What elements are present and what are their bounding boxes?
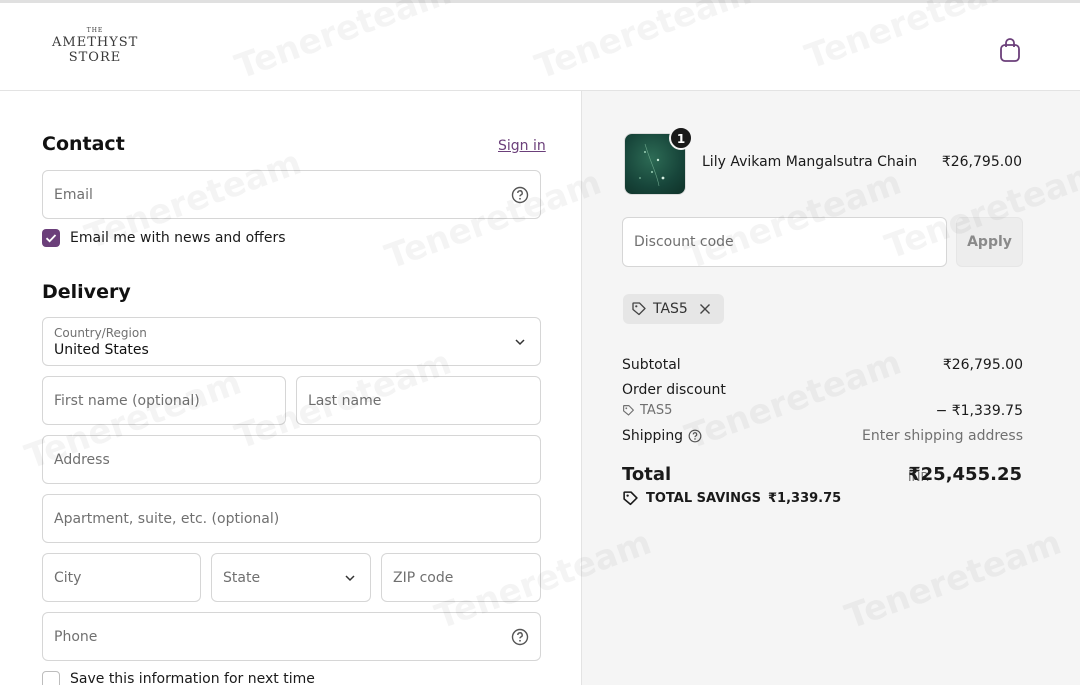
subtotal-row: Subtotal ₹26,795.00 [622,357,1023,373]
discount-value: − ₹1,339.75 [935,403,1023,419]
quantity-badge: 1 [669,126,693,150]
shipping-value: Enter shipping address [862,428,1023,444]
phone-field[interactable]: Phone [42,612,541,661]
city-field[interactable]: City [42,553,201,602]
total-label: Total [622,464,672,485]
email-field[interactable]: Email [42,170,541,219]
apartment-field[interactable]: Apartment, suite, etc. (optional) [42,494,541,543]
country-label: Country/Region [54,326,147,340]
logo-line-2: STORE [68,50,122,65]
state-placeholder: State [223,569,261,586]
address-placeholder: Address [54,451,110,468]
applied-code: TAS5 [653,301,688,317]
help-icon[interactable] [511,628,529,646]
country-value: United States [54,342,149,358]
savings-tag-icon [623,491,638,506]
email-placeholder: Email [54,186,93,203]
save-info-label: Save this information for next time [70,671,315,685]
shipping-label: Shipping [622,428,684,444]
savings-value: ₹1,339.75 [768,491,842,506]
help-icon[interactable] [688,429,702,443]
tag-icon [632,302,646,316]
phone-placeholder: Phone [54,628,98,645]
logo-the: THE [86,27,104,34]
total-savings: TOTAL SAVINGS ₹1,339.75 [622,490,841,507]
subtotal-label: Subtotal [622,357,681,373]
check-icon [45,234,57,243]
order-summary: 1 Lily Avikam Mangalsutra Chain ₹26,795.… [581,91,1080,685]
last-name-field[interactable]: Last name [296,376,541,425]
apply-button[interactable]: Apply [956,217,1023,267]
total-value: ₹25,455.25 [908,464,1022,485]
shopping-bag-icon[interactable] [998,37,1022,63]
discount-code-label: TAS5 [640,403,673,418]
product-price: ₹26,795.00 [941,154,1022,170]
newsletter-label: Email me with news and offers [70,230,286,246]
chevron-down-icon [345,574,355,581]
logo-line-1: AMETHYST [52,35,139,50]
save-info-checkbox[interactable] [42,671,60,685]
apartment-placeholder: Apartment, suite, etc. (optional) [54,510,280,527]
delivery-heading: Delivery [42,281,131,303]
first-name-field[interactable]: First name (optional) [42,376,286,425]
zip-field[interactable]: ZIP code [381,553,541,602]
order-discount-label: Order discount [622,382,726,398]
city-placeholder: City [54,569,82,586]
discount-detail-row: TAS5 − ₹1,339.75 [622,403,1023,421]
product-name: Lily Avikam Mangalsutra Chain [702,154,918,170]
order-discount-row: Order discount [622,382,1023,398]
savings-label: TOTAL SAVINGS [646,491,762,506]
last-name-placeholder: Last name [308,392,382,409]
subtotal-value: ₹26,795.00 [942,357,1023,373]
contact-heading: Contact [42,133,125,155]
address-field[interactable]: Address [42,435,541,484]
shipping-row: Shipping Enter shipping address [622,428,1023,444]
country-select[interactable]: Country/Region United States [42,317,541,366]
first-name-placeholder: First name (optional) [54,392,200,409]
tag-icon [623,405,634,416]
applied-discount-tag: TAS5 [623,294,724,324]
sign-in-link[interactable]: Sign in [498,138,546,154]
newsletter-checkbox[interactable] [42,229,60,247]
state-select[interactable]: State [211,553,371,602]
store-logo[interactable]: THE AMETHYST STORE [52,27,138,65]
discount-code-input[interactable]: Discount code [622,217,947,267]
checkout-form: Contact Sign in Email Email me with news… [0,91,581,685]
close-icon[interactable] [698,302,712,316]
discount-placeholder: Discount code [634,234,734,250]
header: THE AMETHYST STORE [0,0,1080,91]
help-icon[interactable] [511,186,529,204]
chevron-down-icon [515,338,525,345]
zip-placeholder: ZIP code [393,569,454,586]
